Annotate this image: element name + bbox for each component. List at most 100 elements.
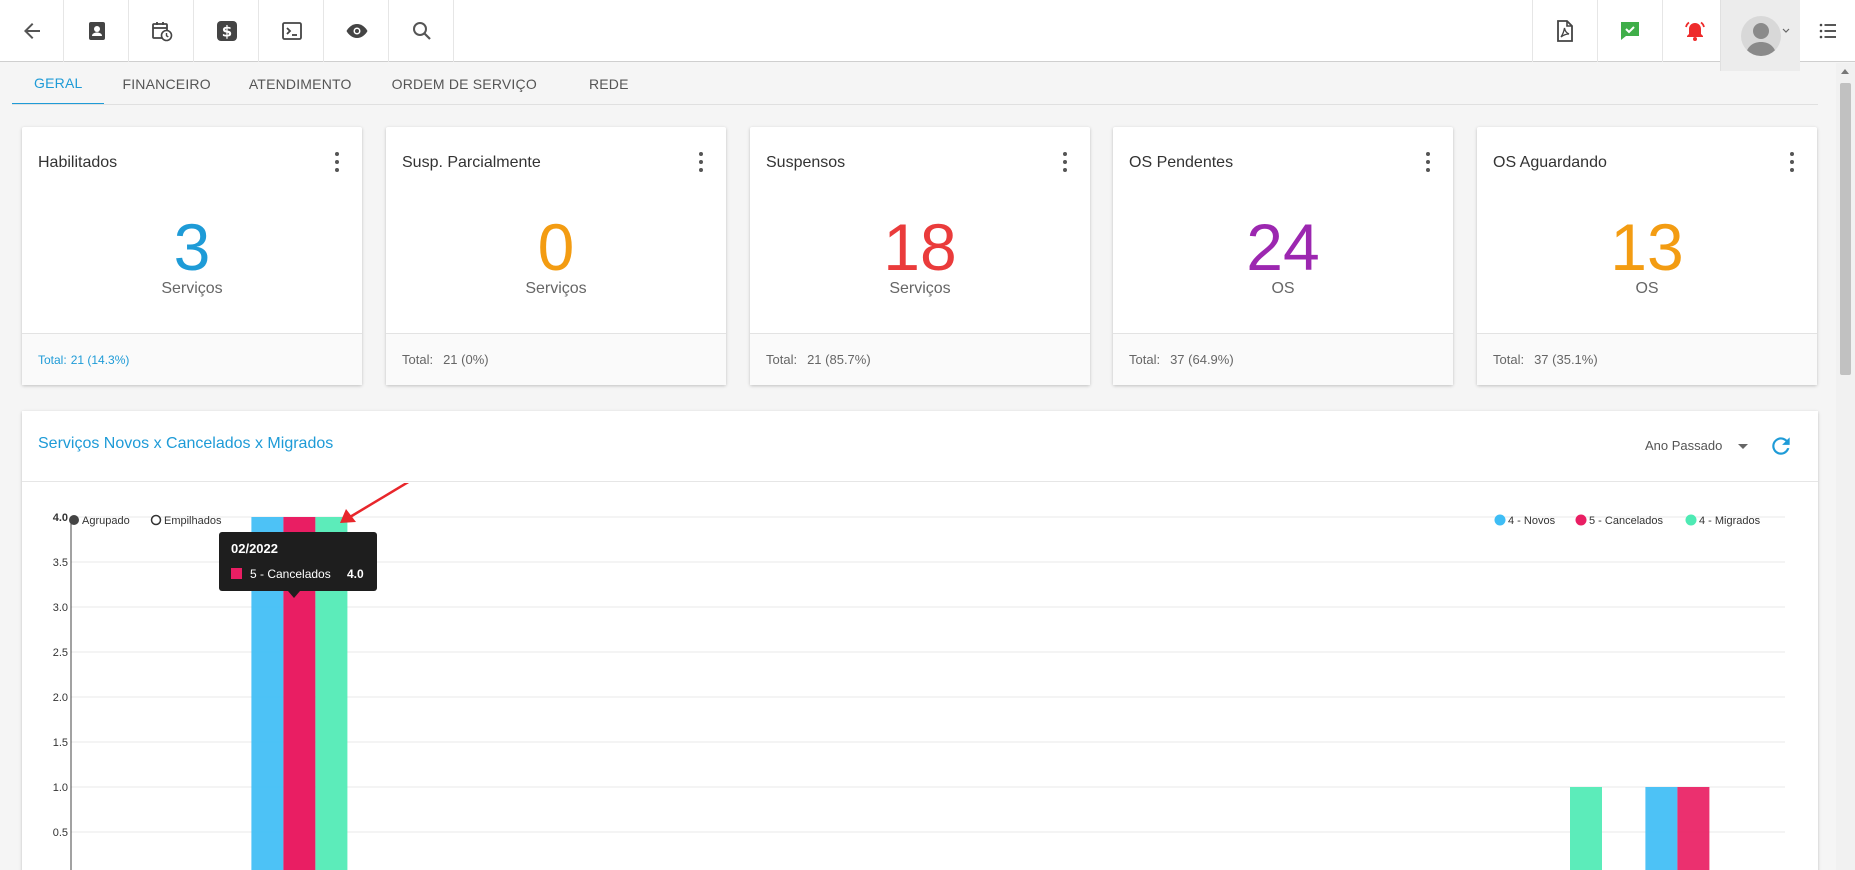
back-button[interactable] [0,0,64,62]
tab-rede[interactable]: REDE [557,63,661,105]
alarm-button[interactable] [1662,0,1726,62]
y-tick-label: 2.5 [53,647,68,659]
y-tick-label: 3.0 [53,602,68,614]
more-vert-icon[interactable] [1425,152,1431,172]
tooltip-value: 4.0 [347,567,364,581]
card-title: Susp. Parcialmente [402,154,541,171]
financial-button[interactable]: $ [195,0,259,62]
avatar [1740,15,1781,56]
page-scrollbar[interactable] [1836,63,1855,870]
tooltip-swatch [231,568,242,579]
alarm-bell-icon [1684,21,1705,41]
legend-label[interactable]: 5 - Cancelados [1589,515,1663,527]
calendar-clock-icon [151,22,172,42]
period-select[interactable]: Ano Passado [1645,438,1722,453]
card-title: OS Aguardando [1493,154,1607,171]
card-title: OS Pendentes [1129,154,1234,171]
terminal-icon [281,22,302,40]
bar [1570,787,1602,870]
dollar-icon: $ [216,21,237,41]
card-footer-value: 21 (85.7%) [807,352,871,367]
radio-agrupado[interactable] [69,515,79,525]
pdf-icon [1556,20,1573,42]
bar [1677,787,1710,870]
search-button[interactable] [390,0,454,62]
legend-dot[interactable] [1494,514,1506,526]
card-footer: Total: 37 (35.1%) [1477,333,1817,385]
tooltip-title: 02/2022 [231,541,278,556]
tab-ordem-de-servico[interactable]: ORDEM DE SERVIÇO [372,63,557,105]
mode-label-empilhados: Empilhados [164,515,222,527]
radio-empilhados[interactable] [150,514,162,526]
dashboard-tabs: GERAL FINANCEIRO ATENDIMENTO ORDEM DE SE… [12,63,661,105]
card-title: Habilitados [38,154,118,171]
y-tick-label: 4.0 [53,512,68,524]
tab-financeiro[interactable]: FINANCEIRO [104,63,228,105]
bar [1645,787,1678,870]
back-arrow-icon [23,23,40,39]
card-footer-label: Total: [38,352,67,367]
svg-text:$: $ [221,23,231,41]
more-vert-icon[interactable] [698,152,704,172]
search-icon [412,22,431,40]
card-footer-label: Total: [1129,352,1161,367]
card-unit: Serviços [161,280,223,297]
card-unit: Serviços [889,280,951,297]
bar-chart: 0.00.51.01.52.02.53.03.54.0AgrupadoEmpil… [53,483,1785,870]
tab-atendimento[interactable]: ATENDIMENTO [229,63,372,105]
card-value: 18 [883,210,957,284]
view-button[interactable] [325,0,389,62]
terminal-button[interactable] [260,0,324,62]
tabs-divider [12,104,1818,105]
message-check-icon [1620,22,1639,40]
pdf-button[interactable] [1532,0,1596,62]
y-tick-label: 2.0 [53,692,68,704]
card-footer-label: Total: [766,352,798,367]
y-tick-label: 1.5 [53,737,68,749]
card-footer-label: Total: [402,352,434,367]
card-habilitados: Habilitados 3 Serviços Total: 21 (14.3%) [22,127,362,385]
more-vert-icon[interactable] [334,152,340,172]
card-footer: Total: 21 (0%) [386,333,726,385]
y-tick-label: 3.5 [53,557,68,569]
messages-button[interactable] [1597,0,1661,62]
card-footer: Total: 21 (14.3%) [22,333,362,385]
card-footer-value: 21 (0%) [443,352,489,367]
card-susp-parcialmente: Susp. Parcialmente 0 Serviços Total: 21 … [386,127,726,385]
card-value: 0 [537,210,575,284]
user-silhouette-icon [1745,22,1776,56]
contacts-button[interactable] [65,0,129,62]
refresh-icon[interactable] [1768,433,1794,459]
dropdown-caret-icon[interactable] [1738,444,1748,449]
scroll-up-arrow-icon[interactable] [1841,69,1849,74]
card-footer-value: 37 (35.1%) [1534,352,1598,367]
legend-label[interactable]: 4 - Novos [1508,515,1556,527]
legend-dot[interactable] [1575,514,1587,526]
card-footer: Total: 37 (64.9%) [1113,333,1453,385]
card-unit: Serviços [525,280,587,297]
eye-icon [346,24,367,38]
user-menu[interactable] [1720,0,1800,71]
more-vert-icon[interactable] [1789,152,1795,172]
list-menu-button[interactable] [1800,0,1855,62]
y-tick-label: 1.0 [53,782,68,794]
card-footer-label: Total: [1493,352,1525,367]
tab-geral[interactable]: GERAL [12,63,105,105]
card-footer-value: 21 (14.3%) [70,352,130,367]
card-os-aguardando: OS Aguardando 13 OS Total: 37 (35.1%) [1477,127,1817,385]
scrollbar-thumb[interactable] [1840,83,1851,375]
card-unit: OS [1271,280,1295,297]
legend-dot[interactable] [1685,514,1697,526]
card-footer-value: 37 (64.9%) [1170,352,1234,367]
mode-label-agrupado: Agrupado [82,515,130,527]
card-unit: OS [1635,280,1659,297]
contact-card-icon [88,22,105,40]
schedule-button[interactable] [130,0,194,62]
legend-label[interactable]: 4 - Migrados [1699,515,1761,527]
more-vert-icon[interactable] [1062,152,1068,172]
annotation-arrow-line [349,483,410,519]
list-icon [1819,23,1836,39]
card-footer: Total: 21 (85.7%) [750,333,1090,385]
tooltip-series: 5 - Cancelados [250,567,331,581]
chart-title: Serviços Novos x Cancelados x Migrados [38,435,334,452]
